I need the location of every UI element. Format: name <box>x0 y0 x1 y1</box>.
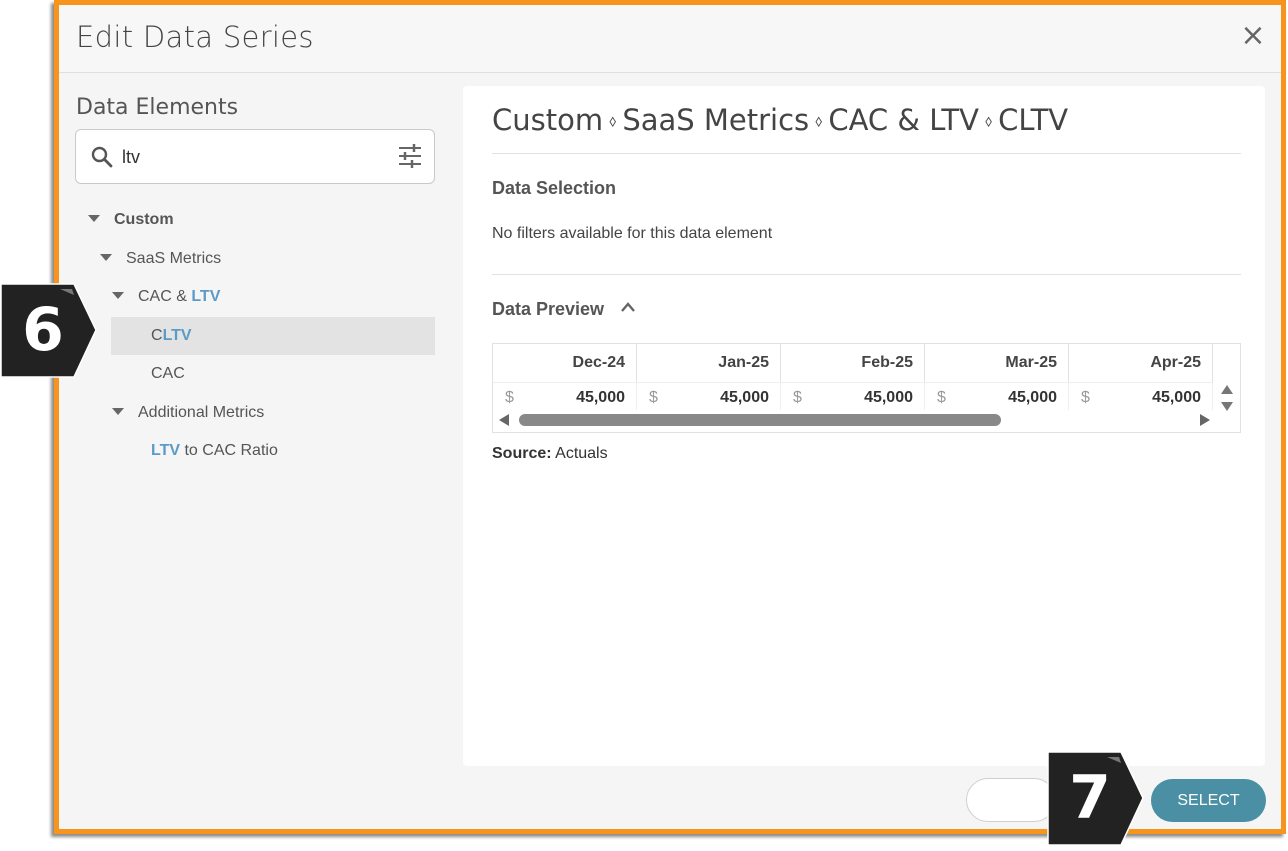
tree-item-label: Custom <box>114 211 174 228</box>
breadcrumb-separator-icon: ⬨ <box>609 111 617 130</box>
dialog-header: Edit Data Series × <box>59 5 1281 73</box>
select-button[interactable]: SELECT <box>1151 779 1266 822</box>
tree-item-additional-metrics[interactable]: Additional Metrics <box>59 394 455 433</box>
tree-item-cltv[interactable]: CLTV <box>111 316 435 355</box>
currency-symbol: $ <box>1081 389 1090 406</box>
divider <box>492 153 1241 154</box>
divider <box>492 274 1241 275</box>
caret-down-icon[interactable] <box>88 215 100 222</box>
currency-symbol: $ <box>505 389 514 406</box>
breadcrumb: Custom ⬨ SaaS Metrics ⬨ CAC & LTV ⬨ CLTV <box>492 103 1068 137</box>
step-number: 6 <box>22 295 64 365</box>
search-icon <box>91 146 113 168</box>
search-box <box>75 129 435 184</box>
label-text: CAC & <box>138 288 192 305</box>
tree-item-saas-metrics[interactable]: SaaS Metrics <box>59 240 455 279</box>
label-text: C <box>151 326 163 344</box>
detail-panel: Custom ⬨ SaaS Metrics ⬨ CAC & LTV ⬨ CLTV Data … <box>463 86 1265 766</box>
tree-item-cac[interactable]: CAC <box>59 355 455 394</box>
cell-value: 45,000 <box>1152 389 1201 406</box>
source-value: Actuals <box>551 445 608 462</box>
filter-settings-icon[interactable] <box>398 143 422 169</box>
table-cell: $45,000 <box>1069 382 1213 410</box>
search-input[interactable] <box>122 145 372 169</box>
caret-down-icon[interactable] <box>112 407 124 415</box>
step-6-badge: 6 <box>0 283 98 379</box>
caret-down-icon[interactable] <box>100 253 112 261</box>
tree-item-label: LTV to CAC Ratio <box>151 442 278 460</box>
step-number: 7 <box>1069 763 1111 833</box>
tree-item-label: Additional Metrics <box>138 403 265 421</box>
tree-item-cac-ltv[interactable]: CAC & LTV <box>59 278 455 317</box>
tree-item-custom[interactable]: Custom <box>59 201 455 240</box>
caret-down-icon[interactable] <box>112 292 124 299</box>
cell-value: 45,000 <box>720 389 769 406</box>
search-match-highlight: LTV <box>191 288 221 305</box>
edit-data-series-dialog: Edit Data Series × Data Elements Custo <box>54 0 1286 834</box>
table-cell: $45,000 <box>637 382 781 410</box>
search-match-highlight: LTV <box>162 326 192 344</box>
data-preview-table: Dec-24 Jan-25 Feb-25 Mar-25 Apr-25 $45,0… <box>492 343 1241 433</box>
data-selection-note: No filters available for this data eleme… <box>492 225 773 242</box>
data-preview-title[interactable]: Data Preview <box>492 299 604 320</box>
cancel-button[interactable] <box>966 778 1056 822</box>
cell-value: 45,000 <box>1008 389 1057 406</box>
step-7-badge: 7 <box>1047 751 1145 846</box>
horizontal-scrollbar[interactable] <box>519 414 1001 426</box>
data-selection-title: Data Selection <box>492 178 617 198</box>
scroll-left-icon[interactable] <box>499 414 509 426</box>
table-cell: $45,000 <box>493 382 637 410</box>
breadcrumb-item: CLTV <box>998 103 1069 137</box>
breadcrumb-item: CAC & LTV <box>828 103 979 137</box>
tree-item-label: CLTV <box>151 327 192 345</box>
currency-symbol: $ <box>937 389 946 406</box>
source-note: Source: Actuals <box>492 445 608 463</box>
tree-item-label: SaaS Metrics <box>126 249 222 267</box>
table-cell: $45,000 <box>925 382 1069 410</box>
table-cell: $45,000 <box>781 382 925 410</box>
scroll-right-icon[interactable] <box>1200 414 1210 426</box>
chevron-up-icon[interactable] <box>620 301 636 313</box>
table-header: Mar-25 <box>925 344 1069 382</box>
data-elements-panel: Data Elements Custom S <box>59 73 455 829</box>
source-label: Source: <box>492 445 552 462</box>
cell-value: 45,000 <box>576 389 625 406</box>
breadcrumb-separator-icon: ⬨ <box>815 111 823 130</box>
table-header: Feb-25 <box>781 344 925 382</box>
label-text: to CAC Ratio <box>180 442 278 459</box>
breadcrumb-item: Custom <box>492 103 604 137</box>
currency-symbol: $ <box>793 389 802 406</box>
data-elements-tree: Custom SaaS Metrics CAC & LTV CLTV CAC A… <box>59 201 455 471</box>
search-match-highlight: LTV <box>151 442 181 459</box>
table-header: Jan-25 <box>637 344 781 382</box>
tree-item-ltv-to-cac-ratio[interactable]: LTV to CAC Ratio <box>59 432 455 471</box>
table-header: Dec-24 <box>493 344 637 382</box>
dialog-title: Edit Data Series <box>76 20 314 54</box>
breadcrumb-item: SaaS Metrics <box>622 103 810 137</box>
data-elements-title: Data Elements <box>76 95 239 120</box>
cell-value: 45,000 <box>864 389 913 406</box>
table-header: Apr-25 <box>1069 344 1213 382</box>
tree-item-label: CAC <box>151 365 185 382</box>
vertical-scroll-arrows-icon[interactable] <box>1220 384 1234 412</box>
tree-item-label: CAC & LTV <box>138 288 220 306</box>
breadcrumb-separator-icon: ⬨ <box>984 111 993 130</box>
close-button[interactable]: × <box>1239 21 1267 51</box>
currency-symbol: $ <box>649 389 658 406</box>
